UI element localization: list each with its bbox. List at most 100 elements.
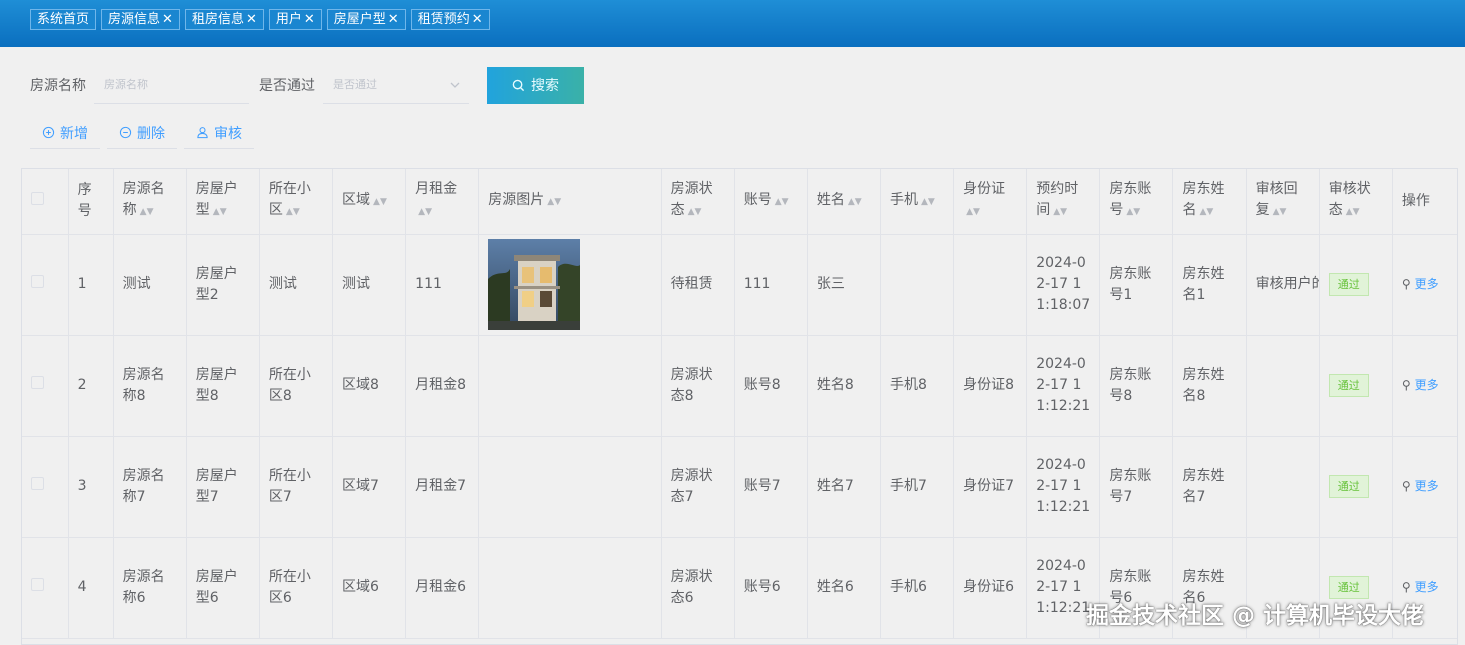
cell-no: 4 <box>68 537 114 639</box>
sort-icon[interactable]: ▲▼ <box>1126 202 1140 223</box>
header-cell[interactable]: 房源图片 ▲▼ <box>478 169 662 235</box>
add-button[interactable]: 新增 <box>30 117 100 149</box>
cell-landlord-name: 房东姓名1 <box>1172 234 1247 336</box>
header-cell[interactable]: 账号 ▲▼ <box>734 169 808 235</box>
cell-audit: 通过 <box>1319 234 1393 336</box>
plus-circle-icon <box>42 126 55 139</box>
minus-circle-icon <box>119 126 132 139</box>
close-icon[interactable]: ✕ <box>304 10 315 29</box>
cell-name: 测试 <box>113 234 187 336</box>
row-checkbox[interactable] <box>31 275 44 288</box>
cell-type: 房屋户型6 <box>186 537 260 639</box>
tab-user[interactable]: 用户 ✕ <box>268 9 322 30</box>
select-all-checkbox[interactable] <box>31 191 44 205</box>
header-cell[interactable]: 身份证▲▼ <box>953 169 1028 235</box>
sort-icon[interactable]: ▲▼ <box>1346 202 1360 223</box>
sort-icon[interactable]: ▲▼ <box>140 202 154 223</box>
cell-account: 账号6 <box>734 537 808 639</box>
cell-status: 房源状态6 <box>661 537 735 639</box>
header-cell[interactable]: 房东姓名 ▲▼ <box>1172 169 1247 235</box>
header-cell[interactable]: 月租金▲▼ <box>405 169 480 235</box>
delete-button[interactable]: 删除 <box>107 117 177 149</box>
tab-home[interactable]: 系统首页 <box>30 9 97 30</box>
close-icon[interactable]: ✕ <box>162 10 173 29</box>
cell-reply <box>1246 335 1320 437</box>
row-checkbox[interactable] <box>31 578 44 591</box>
cell-audit: 通过 <box>1319 335 1393 437</box>
cell-id-card: 身份证7 <box>953 436 1028 538</box>
pass-select[interactable]: 是否通过 <box>323 66 469 104</box>
cell-time: 2024-02-17 11:18:07 <box>1026 234 1101 336</box>
cell-rent: 月租金7 <box>405 436 480 538</box>
header-select-all[interactable] <box>22 169 69 235</box>
header-cell[interactable]: 手机 ▲▼ <box>880 169 955 235</box>
close-icon[interactable]: ✕ <box>388 10 399 29</box>
header-cell[interactable]: 审核回复 ▲▼ <box>1246 169 1320 235</box>
header-cell[interactable]: 所在小区 ▲▼ <box>259 169 334 235</box>
cell-image <box>478 234 662 336</box>
sort-icon[interactable]: ▲▼ <box>966 202 980 223</box>
sort-icon[interactable]: ▲▼ <box>848 192 862 213</box>
more-button[interactable]: ⚲ 更多 <box>1402 479 1439 493</box>
cell-id-card <box>953 234 1028 336</box>
status-badge: 通过 <box>1328 273 1369 296</box>
search-button[interactable]: 搜索 <box>487 66 584 104</box>
cell-account: 账号8 <box>734 335 808 437</box>
cell-no: 3 <box>68 436 114 538</box>
cell-type: 房屋户型2 <box>186 234 260 336</box>
header-cell[interactable]: 房源状态 ▲▼ <box>661 169 735 235</box>
cell-area: 区域6 <box>332 537 407 639</box>
row-select[interactable] <box>22 234 69 336</box>
house-name-label: 房源名称 <box>30 78 86 94</box>
row-checkbox[interactable] <box>31 477 44 490</box>
cell-phone <box>880 234 955 336</box>
row-select[interactable] <box>22 335 69 437</box>
sort-icon[interactable]: ▲▼ <box>775 192 789 213</box>
row-select[interactable] <box>22 537 69 639</box>
house-photo[interactable] <box>488 239 581 330</box>
header-cell[interactable]: 房源名称 ▲▼ <box>113 169 187 235</box>
sort-icon[interactable]: ▲▼ <box>547 192 561 213</box>
sort-icon[interactable]: ▲▼ <box>1199 202 1213 223</box>
table-row: 2 房源名称8 房屋户型8 所在小区8 区域8 月租金8 房源状态8 账号8 姓… <box>22 335 1457 437</box>
cell-community: 所在小区6 <box>259 537 334 639</box>
pass-label: 是否通过 <box>259 78 315 94</box>
more-button[interactable]: ⚲ 更多 <box>1402 378 1439 392</box>
row-select[interactable] <box>22 436 69 538</box>
sort-icon[interactable]: ▲▼ <box>286 202 300 223</box>
search-icon: ⚲ <box>1401 277 1411 291</box>
cell-id-card: 身份证8 <box>953 335 1028 437</box>
header-cell[interactable]: 区域 ▲▼ <box>332 169 407 235</box>
sort-icon[interactable]: ▲▼ <box>373 192 387 213</box>
sort-icon[interactable]: ▲▼ <box>688 202 702 223</box>
cell-image <box>478 335 662 437</box>
tab-lease-booking[interactable]: 租赁预约 ✕ <box>410 9 490 30</box>
cell-reply: 审核用户的 <box>1246 234 1320 336</box>
audit-button[interactable]: 审核 <box>184 117 254 149</box>
cell-image <box>478 436 662 538</box>
sort-icon[interactable]: ▲▼ <box>213 202 227 223</box>
close-icon[interactable]: ✕ <box>246 10 257 29</box>
cell-area: 测试 <box>332 234 407 336</box>
tab-house-type[interactable]: 房屋户型 ✕ <box>326 9 406 30</box>
house-name-input[interactable]: 房源名称 <box>94 66 249 104</box>
tab-rental-info[interactable]: 租房信息 ✕ <box>184 9 264 30</box>
header-cell[interactable]: 预约时间 ▲▼ <box>1026 169 1101 235</box>
row-checkbox[interactable] <box>31 376 44 389</box>
cell-account: 账号7 <box>734 436 808 538</box>
header-cell[interactable]: 审核状态 ▲▼ <box>1319 169 1393 235</box>
header-cell[interactable]: 姓名 ▲▼ <box>807 169 881 235</box>
cell-landlord-account: 房东账号8 <box>1099 335 1174 437</box>
cell-status: 待租赁 <box>661 234 735 336</box>
sort-icon[interactable]: ▲▼ <box>1273 202 1287 223</box>
sort-icon[interactable]: ▲▼ <box>921 192 935 213</box>
sort-icon[interactable]: ▲▼ <box>1053 202 1067 223</box>
tab-house-info[interactable]: 房源信息 ✕ <box>101 9 180 30</box>
close-icon[interactable]: ✕ <box>472 10 483 29</box>
cell-landlord-account: 房东账号7 <box>1099 436 1174 538</box>
header-cell[interactable]: 房东账号 ▲▼ <box>1099 169 1174 235</box>
header-cell[interactable]: 房屋户型 ▲▼ <box>186 169 260 235</box>
more-button[interactable]: ⚲ 更多 <box>1402 277 1439 291</box>
more-button[interactable]: ⚲ 更多 <box>1402 580 1439 594</box>
sort-icon[interactable]: ▲▼ <box>418 202 432 223</box>
